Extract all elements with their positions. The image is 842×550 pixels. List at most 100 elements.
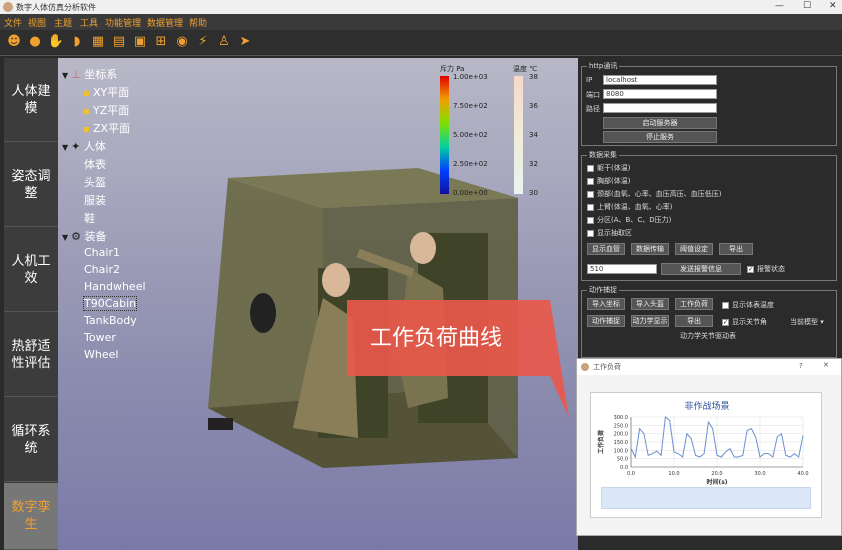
alarm-input[interactable]: 510 <box>587 264 657 274</box>
sidebar-item-ergonomics[interactable]: 人机工效 <box>4 228 58 312</box>
hand-icon[interactable]: ✋ <box>47 33 65 51</box>
chart-ytick-label: 150.0 <box>614 440 628 446</box>
body-mesh-icon[interactable]: ▦ <box>89 33 107 51</box>
threshold-button[interactable]: 阈值设定 <box>675 243 713 255</box>
dialog-help-button[interactable]: ? <box>799 362 803 370</box>
person-icon[interactable]: ☻ <box>5 33 23 51</box>
motion-group-title: 动作捕捉 <box>587 285 619 295</box>
dialog-close-button[interactable]: ✕ <box>823 361 829 369</box>
import-coords-button[interactable]: 导入坐标 <box>587 298 625 310</box>
tree-item-chair2[interactable]: Chair2 <box>84 263 120 276</box>
chk-upperarm[interactable]: 上臂(体温、血氧、心率) <box>587 202 672 212</box>
menu-help[interactable]: 帮助 <box>189 16 207 29</box>
data-transfer-button[interactable]: 数据传输 <box>631 243 669 255</box>
dialog-titlebar: 工作负荷 ? ✕ <box>577 359 841 375</box>
tree-item-tower[interactable]: Tower <box>84 331 116 344</box>
pressure-tick: 0.00e+00 <box>453 189 488 197</box>
tree-item-cabin[interactable]: T90Cabin <box>82 296 138 311</box>
collect-group-title: 数据采集 <box>587 150 619 160</box>
callout-text: 工作负荷曲线 <box>370 326 503 351</box>
model-select[interactable]: 当前模型 ▾ <box>790 317 824 327</box>
minimize-button[interactable]: — <box>775 1 784 11</box>
menu-view[interactable]: 视图 <box>28 16 46 29</box>
shirt-icon[interactable]: ♙ <box>215 33 233 51</box>
chk-neck[interactable]: 颈部(血氧、心率、血压高压、血压低压) <box>587 189 721 199</box>
head-icon[interactable]: ● <box>26 33 44 51</box>
tree-item-tankbody[interactable]: TankBody <box>84 314 137 327</box>
ip-label: IP <box>586 76 593 84</box>
pressure-tick: 5.00e+02 <box>453 131 488 139</box>
tree-node-equip[interactable]: ▼ ⚙ 装备 <box>62 228 107 244</box>
port-label: 端口 <box>586 91 600 99</box>
chk-joint-angle[interactable]: ✓ 显示关节角 <box>722 317 767 327</box>
menu-function[interactable]: 功能管理 <box>105 16 141 29</box>
tree-item-yz[interactable]: YZ平面 <box>84 102 129 118</box>
chart-ytick-label: 300.0 <box>614 415 628 421</box>
start-server-button[interactable]: 启动服务器 <box>603 117 717 129</box>
sidebar-item-body-modeling[interactable]: 人体建模 <box>4 58 58 142</box>
chart-ytick-label: 200.0 <box>614 432 628 438</box>
chk-zones[interactable]: 分区(A、B、C、D压力) <box>587 215 671 225</box>
chk-chest[interactable]: 胸部(体温) <box>587 176 630 186</box>
chart-title: 非作战场景 <box>684 400 729 412</box>
chk-extract[interactable]: 显示抽取区 <box>587 228 632 238</box>
dynamics-display-button[interactable]: 动力学显示 <box>631 315 669 327</box>
chk-alarm-status[interactable]: ✓ 报警状态 <box>747 264 785 274</box>
window-title: 数字人体仿真分析软件 <box>16 3 96 12</box>
port-field[interactable]: 8080 <box>603 89 717 99</box>
workload-button[interactable]: 工作负荷 <box>675 298 713 310</box>
sidebar-item-thermal[interactable]: 热舒适性评估 <box>4 313 58 397</box>
workload-chart-card: 非作战场景 0.0 50.0 100.0 150.0 200.0 250.0 300.0 0.0… <box>590 392 822 518</box>
import-helmet-button[interactable]: 导入头盔 <box>631 298 669 310</box>
eye-icon[interactable]: ◉ <box>173 33 191 51</box>
show-vessels-button[interactable]: 显示血管 <box>587 243 625 255</box>
dialog-title: 工作负荷 <box>593 363 621 371</box>
grid-icon[interactable]: ▤ <box>110 33 128 51</box>
sidebar-item-circulation[interactable]: 循环系统 <box>4 398 58 482</box>
tree-item-zx[interactable]: ZX平面 <box>84 120 130 136</box>
motion-capture-button[interactable]: 动作捕捉 <box>587 315 625 327</box>
chart-ytick-label: 100.0 <box>614 448 628 454</box>
helmet-icon[interactable]: ◗ <box>68 33 86 51</box>
maximize-button[interactable]: ☐ <box>803 1 811 11</box>
stop-server-button[interactable]: 停止服务 <box>603 131 717 143</box>
chk-skin-temp[interactable]: 显示体表温度 <box>722 300 774 310</box>
tree-item-handwheel[interactable]: Handwheel <box>84 280 146 293</box>
hierarchy-icon[interactable]: ⊞ <box>152 33 170 51</box>
close-button[interactable]: ✕ <box>829 1 837 11</box>
pressure-tick: 1.00e+03 <box>453 73 488 81</box>
chart-xlabel: 时间(s) <box>706 478 727 486</box>
tree-node-human[interactable]: ▼ ✦ 人体 <box>62 138 106 154</box>
send-alarm-button[interactable]: 发送报警信息 <box>661 263 741 275</box>
tree-item-clothing[interactable]: 服装 <box>84 192 106 208</box>
path-label: 路径 <box>586 105 600 113</box>
collect-export-button[interactable]: 导出 <box>719 243 753 255</box>
ip-field[interactable]: localhost <box>603 75 717 85</box>
chk-torso[interactable]: 躯干(体温) <box>587 163 630 173</box>
menu-tools[interactable]: 工具 <box>80 16 98 29</box>
pressure-tick: 2.50e+02 <box>453 160 488 168</box>
path-field[interactable] <box>603 103 717 113</box>
tree-node-coord[interactable]: ▼ ⊥ 坐标系 <box>62 66 117 82</box>
temp-tick: 38 <box>529 73 538 81</box>
chart-ytick-label: 250.0 <box>614 423 628 429</box>
pressure-tick: 7.50e+02 <box>453 102 488 110</box>
sidebar-item-digital-twin[interactable]: 数字孪生 <box>4 483 58 550</box>
menu-data[interactable]: 数据管理 <box>147 16 183 29</box>
tree-item-xy[interactable]: XY平面 <box>84 84 129 100</box>
tree-item-shoes[interactable]: 鞋 <box>84 210 95 226</box>
temp-tick: 36 <box>529 102 538 110</box>
tree-item-helmet[interactable]: 头盔 <box>84 174 106 190</box>
http-group-title: http通讯 <box>587 61 620 71</box>
arrow-icon[interactable]: ➤ <box>236 33 254 51</box>
camera-icon[interactable]: ▣ <box>131 33 149 51</box>
tree-item-wheel[interactable]: Wheel <box>84 348 118 361</box>
run-icon[interactable]: ⚡ <box>194 33 212 51</box>
tree-item-skin[interactable]: 体表 <box>84 156 106 172</box>
menu-file[interactable]: 文件 <box>4 16 22 29</box>
chart-xtick-label: 10.0 <box>668 471 679 477</box>
motion-export-button[interactable]: 导出 <box>675 315 713 327</box>
tree-item-chair1[interactable]: Chair1 <box>84 246 120 259</box>
sidebar-item-posture[interactable]: 姿态调整 <box>4 143 58 227</box>
menu-theme[interactable]: 主题 <box>54 16 72 29</box>
